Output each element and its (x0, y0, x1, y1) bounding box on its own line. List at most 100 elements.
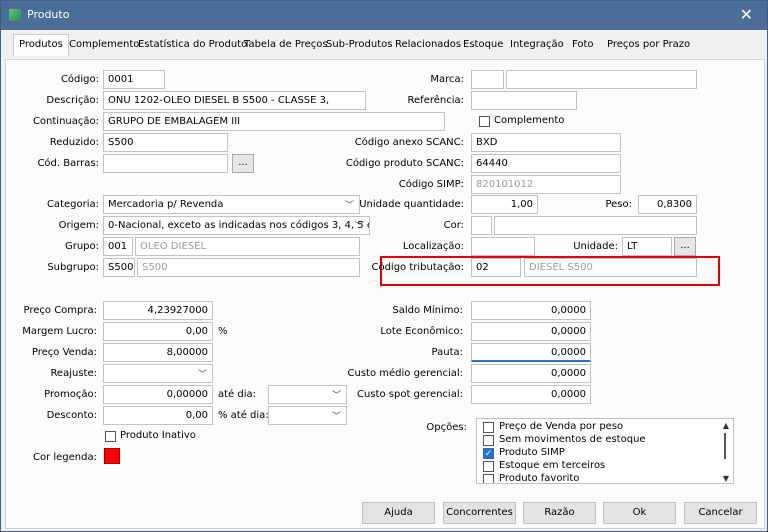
desconto-input[interactable]: 0,00 (103, 406, 213, 425)
cancelar-button[interactable]: Cancelar (684, 502, 757, 524)
tab-complemento[interactable]: Complemento (69, 39, 139, 50)
razao-button[interactable]: Razão (523, 502, 596, 524)
codigo-input[interactable]: 0001 (103, 70, 165, 89)
grupo-name-field: OLEO DIESEL (135, 237, 360, 256)
preco-venda-input[interactable]: 8,00000 (103, 343, 213, 362)
tab-sub-produtos[interactable]: Sub-Produtos (326, 39, 392, 50)
promocao-label: Promoção: (44, 389, 97, 400)
option-checkbox[interactable] (483, 422, 494, 433)
tab-integracao[interactable]: Integração (510, 39, 564, 50)
marca-name-field (506, 70, 697, 89)
chevron-down-icon: ﹀ (331, 412, 341, 422)
origem-label: Origem: (58, 220, 99, 231)
subgrupo-name-field: S500 (137, 258, 360, 277)
promocao-ate-dia-label: até dia: (218, 389, 257, 400)
cor-legenda-swatch[interactable] (104, 448, 120, 464)
option-label: Preço de Venda por peso (499, 421, 624, 432)
peso-input[interactable]: 0,8300 (638, 195, 697, 214)
codigo-simp-label: Código SIMP: (398, 179, 464, 190)
localizacao-input[interactable] (471, 237, 535, 256)
tab-estoque[interactable]: Estoque (463, 39, 503, 50)
custo-medio-input[interactable]: 0,0000 (471, 364, 591, 383)
pauta-label: Pauta: (431, 347, 463, 358)
subgrupo-code-input[interactable]: S500 (103, 258, 135, 277)
option-checkbox[interactable] (483, 435, 494, 446)
descricao-label: Descrição: (46, 95, 99, 106)
grupo-code-input[interactable]: 001 (103, 237, 133, 256)
codigo-tributacao-code-input[interactable]: 02 (471, 258, 521, 277)
cor-name-field (494, 216, 697, 235)
tab-precos-prazo[interactable]: Preços por Prazo (607, 39, 690, 50)
scroll-down-icon[interactable]: ▼ (723, 474, 729, 483)
codigo-anexo-scanc-input[interactable]: BXD (471, 133, 621, 152)
localizacao-label: Localização: (402, 241, 464, 252)
descricao-input[interactable]: ONU 1202-OLEO DIESEL B S500 - CLASSE 3, (103, 91, 366, 110)
promocao-ate-dia-select[interactable]: ﹀ (268, 385, 347, 404)
origem-select[interactable]: 0-Nacional, exceto as indicadas nos códi… (103, 216, 370, 235)
chevron-down-icon: ﹀ (331, 391, 341, 401)
pauta-input[interactable]: 0,0000 (471, 343, 591, 362)
codigo-simp-field: 820101012 (471, 175, 621, 194)
option-checkbox[interactable] (483, 474, 494, 483)
reajuste-label: Reajuste: (50, 368, 97, 379)
cod-barras-input[interactable] (103, 154, 228, 173)
ok-button[interactable]: Ok (603, 502, 676, 524)
referencia-input[interactable] (471, 91, 577, 110)
continuacao-input[interactable]: GRUPO DE EMBALAGEM III (103, 112, 445, 131)
checkmark-icon[interactable]: ✓ (483, 448, 494, 459)
tab-estatistica[interactable]: Estatística do Produto (138, 39, 247, 50)
saldo-minimo-input[interactable]: 0,0000 (471, 301, 591, 320)
margem-lucro-input[interactable]: 0,00 (103, 322, 213, 341)
product-window: Produto ✕ Produtos Complemento Estatísti… (0, 0, 768, 532)
option-label: Sem movimentos de estoque (499, 434, 646, 445)
codigo-tributacao-label: Código tributação: (371, 262, 464, 273)
tab-tabela-precos[interactable]: Tabela de Preços (244, 39, 328, 50)
custo-spot-input[interactable]: 0,0000 (471, 385, 591, 404)
tab-relacionados[interactable]: Relacionados (395, 39, 461, 50)
tab-produtos[interactable]: Produtos (13, 34, 69, 56)
tab-foto[interactable]: Foto (572, 39, 594, 50)
unidade-lookup-button[interactable]: ... (674, 237, 696, 256)
opcoes-label: Opções: (426, 422, 467, 433)
marca-code-input[interactable] (471, 70, 504, 89)
scroll-up-icon[interactable]: ▲ (723, 421, 729, 430)
categoria-select[interactable]: Mercadoria p/ Revenda ﹀ (103, 195, 360, 214)
preco-compra-input[interactable]: 4,23927000 (103, 301, 213, 320)
scrollbar-thumb[interactable] (724, 433, 726, 459)
option-label: Produto SIMP (499, 447, 565, 458)
continuacao-label: Continuação: (32, 116, 99, 127)
peso-label: Peso: (605, 199, 632, 210)
concorrentes-button[interactable]: Concorrentes (443, 502, 516, 524)
chevron-down-icon: ﹀ (344, 201, 354, 211)
preco-venda-label: Preço Venda: (31, 347, 97, 358)
reduzido-input[interactable]: S500 (103, 133, 228, 152)
close-icon[interactable]: ✕ (740, 5, 753, 24)
ajuda-button[interactable]: Ajuda (362, 502, 435, 524)
title-bar: Produto ✕ (1, 1, 767, 30)
option-checkbox[interactable] (483, 461, 494, 472)
produto-inativo-checkbox[interactable] (105, 431, 116, 442)
cod-barras-lookup-button[interactable]: ... (232, 154, 254, 173)
complemento-checkbox[interactable] (479, 116, 490, 127)
codigo-produto-scanc-input[interactable]: 64440 (471, 154, 621, 173)
referencia-label: Referência: (407, 95, 464, 106)
reajuste-select[interactable]: ﹀ (103, 364, 213, 383)
tab-content-produtos: Código: 0001 Descrição: ONU 1202-OLEO DI… (5, 59, 765, 529)
custo-medio-label: Custo médio gerencial: (347, 368, 464, 379)
unidade-input[interactable]: LT (622, 237, 672, 256)
unidade-quantidade-input[interactable]: 1,00 (471, 195, 538, 214)
cor-legenda-label: Cor legenda: (32, 452, 97, 463)
cor-label: Cor: (443, 220, 464, 231)
desconto-ate-dia-select[interactable]: ﹀ (268, 406, 347, 425)
subgrupo-label: Subgrupo: (47, 262, 99, 273)
custo-spot-label: Custo spot gerencial: (357, 389, 463, 400)
margem-lucro-label: Margem Lucro: (22, 326, 97, 337)
cor-code-input[interactable] (471, 216, 492, 235)
unidade-label: Unidade: (573, 241, 618, 252)
produto-inativo-label: Produto Inativo (120, 430, 196, 441)
marca-label: Marca: (430, 74, 464, 85)
promocao-input[interactable]: 0,00000 (103, 385, 213, 404)
lote-economico-input[interactable]: 0,0000 (471, 322, 591, 341)
tab-bar: Produtos Complemento Estatística do Prod… (1, 31, 767, 59)
cod-barras-label: Cód. Barras: (37, 158, 99, 169)
